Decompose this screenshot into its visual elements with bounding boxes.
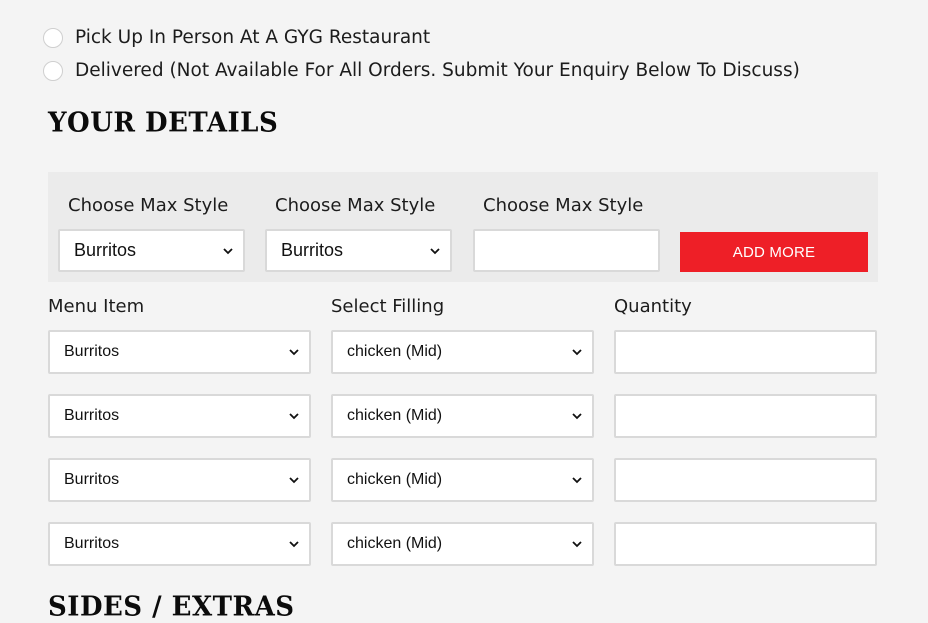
menu-item-select[interactable]: Burritos [48, 522, 311, 566]
max-style-select-1-value: Burritos [74, 240, 137, 260]
chevron-down-icon [572, 541, 582, 548]
quantity-input[interactable] [614, 330, 877, 374]
quantity-input[interactable] [614, 522, 877, 566]
filling-value: chicken (Mid) [347, 471, 443, 488]
chevron-down-icon [223, 247, 233, 254]
chevron-down-icon [572, 413, 582, 420]
menu-item-select[interactable]: Burritos [48, 458, 311, 502]
sides-extras-heading: SIDES / EXTRAS [48, 591, 295, 623]
menu-item-select[interactable]: Burritos [48, 394, 311, 438]
max-style-input-3[interactable] [473, 229, 660, 272]
filling-select[interactable]: chicken (Mid) [331, 522, 594, 566]
chevron-down-icon [430, 247, 440, 254]
quantity-column-label: Quantity [614, 296, 692, 317]
chevron-down-icon [572, 349, 582, 356]
menu-item-value: Burritos [64, 343, 120, 360]
max-style-select-2-value: Burritos [281, 240, 344, 260]
chevron-down-icon [289, 413, 299, 420]
chevron-down-icon [289, 541, 299, 548]
delivered-radio[interactable] [43, 60, 63, 81]
max-style-select-1[interactable]: Burritos [58, 229, 245, 272]
delivered-label: Delivered (Not Available For All Orders.… [75, 60, 800, 81]
chevron-down-icon [289, 349, 299, 356]
filling-column-label: Select Filling [331, 296, 445, 317]
filling-value: chicken (Mid) [347, 407, 443, 424]
menu-item-value: Burritos [64, 535, 120, 552]
menu-item-select[interactable]: Burritos [48, 330, 311, 374]
add-more-button[interactable]: ADD MORE [680, 232, 868, 272]
chevron-down-icon [289, 477, 299, 484]
max-style-label-2: Choose Max Style [275, 195, 436, 216]
filling-select[interactable]: chicken (Mid) [331, 330, 594, 374]
pickup-label: Pick Up In Person At A GYG Restaurant [75, 27, 431, 48]
chevron-down-icon [572, 477, 582, 484]
pickup-radio[interactable] [43, 27, 63, 48]
menu-item-column-label: Menu Item [48, 296, 145, 317]
filling-value: chicken (Mid) [347, 535, 443, 552]
quantity-input[interactable] [614, 394, 877, 438]
delivery-option-pickup[interactable]: Pick Up In Person At A GYG Restaurant [43, 27, 430, 48]
filling-select[interactable]: chicken (Mid) [331, 394, 594, 438]
menu-item-value: Burritos [64, 471, 120, 488]
max-style-select-2[interactable]: Burritos [265, 229, 452, 272]
filling-value: chicken (Mid) [347, 343, 443, 360]
menu-item-value: Burritos [64, 407, 120, 424]
your-details-heading: YOUR DETAILS [48, 107, 279, 139]
filling-select[interactable]: chicken (Mid) [331, 458, 594, 502]
max-style-label-1: Choose Max Style [68, 195, 229, 216]
delivery-option-delivered[interactable]: Delivered (Not Available For All Orders.… [43, 60, 800, 81]
max-style-label-3: Choose Max Style [483, 195, 644, 216]
quantity-input[interactable] [614, 458, 877, 502]
